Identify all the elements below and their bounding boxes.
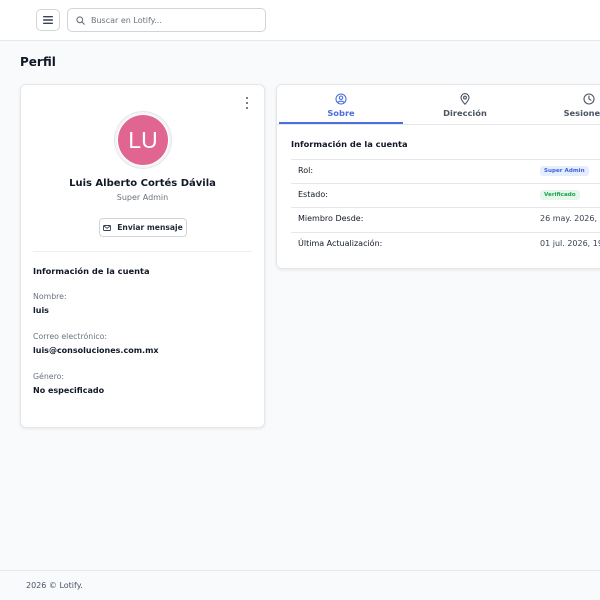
last-update-value: 01 jul. 2026, 19:0 <box>540 239 600 248</box>
member-since-label: Miembro Desde: <box>298 214 364 223</box>
user-name: Luis Alberto Cortés Dávila <box>69 178 216 189</box>
gender-value: No especificado <box>33 386 105 395</box>
role-label: Rol: <box>298 166 314 175</box>
avatar-initials: LU <box>118 115 168 165</box>
active-tab-indicator <box>279 122 403 124</box>
menu-toggle-button[interactable] <box>36 9 60 31</box>
user-circle-icon <box>335 93 347 105</box>
row-divider <box>291 159 600 160</box>
map-pin-icon <box>460 93 470 105</box>
account-details-title: Información de la cuenta <box>291 139 408 149</box>
profile-card: LU Luis Alberto Cortés Dávila Super Admi… <box>20 84 265 428</box>
last-update-label: Última Actualización: <box>298 239 383 248</box>
top-bar <box>0 0 600 41</box>
member-since-value: 26 may. 2026, 19 <box>540 214 600 223</box>
row-divider <box>291 207 600 208</box>
user-role: Super Admin <box>116 193 169 202</box>
avatar: LU <box>115 112 171 168</box>
status-label: Estado: <box>298 190 328 199</box>
tab-sesiones-label: Sesiones A <box>563 108 600 118</box>
more-options-icon[interactable] <box>244 97 250 109</box>
footer: 2026 © Lotify. <box>0 570 600 600</box>
account-info-title: Información de la cuenta <box>33 266 150 276</box>
hamburger-icon <box>43 16 53 24</box>
mail-icon <box>103 224 112 231</box>
tab-sobre[interactable]: Sobre <box>279 85 403 124</box>
details-card: Sobre Dirección Sesiones A Información d… <box>276 84 600 269</box>
tabs-border <box>277 124 600 125</box>
status-badge: Verificado <box>540 190 580 200</box>
gender-label: Género: <box>33 372 65 381</box>
search-box[interactable] <box>67 8 266 32</box>
tab-sobre-label: Sobre <box>327 108 355 118</box>
tab-sesiones[interactable]: Sesiones A <box>527 85 600 124</box>
name-label: Nombre: <box>33 292 67 301</box>
search-icon <box>76 15 85 25</box>
send-message-button[interactable]: Enviar mensaje <box>99 218 187 237</box>
row-divider <box>291 232 600 233</box>
send-message-label: Enviar mensaje <box>117 223 183 232</box>
tab-direccion-label: Dirección <box>443 108 487 118</box>
search-input[interactable] <box>91 15 251 25</box>
email-value: luis@consoluciones.com.mx <box>33 346 159 355</box>
page-title: Perfil <box>20 55 56 69</box>
role-badge: Super Admin <box>540 166 589 176</box>
tab-direccion[interactable]: Dirección <box>403 85 527 124</box>
divider <box>33 251 252 252</box>
email-label: Correo electrónico: <box>33 332 108 341</box>
row-divider <box>291 183 600 184</box>
footer-copyright: 2026 © Lotify. <box>26 581 83 590</box>
name-value: luis <box>33 306 49 315</box>
clock-icon <box>583 93 595 105</box>
